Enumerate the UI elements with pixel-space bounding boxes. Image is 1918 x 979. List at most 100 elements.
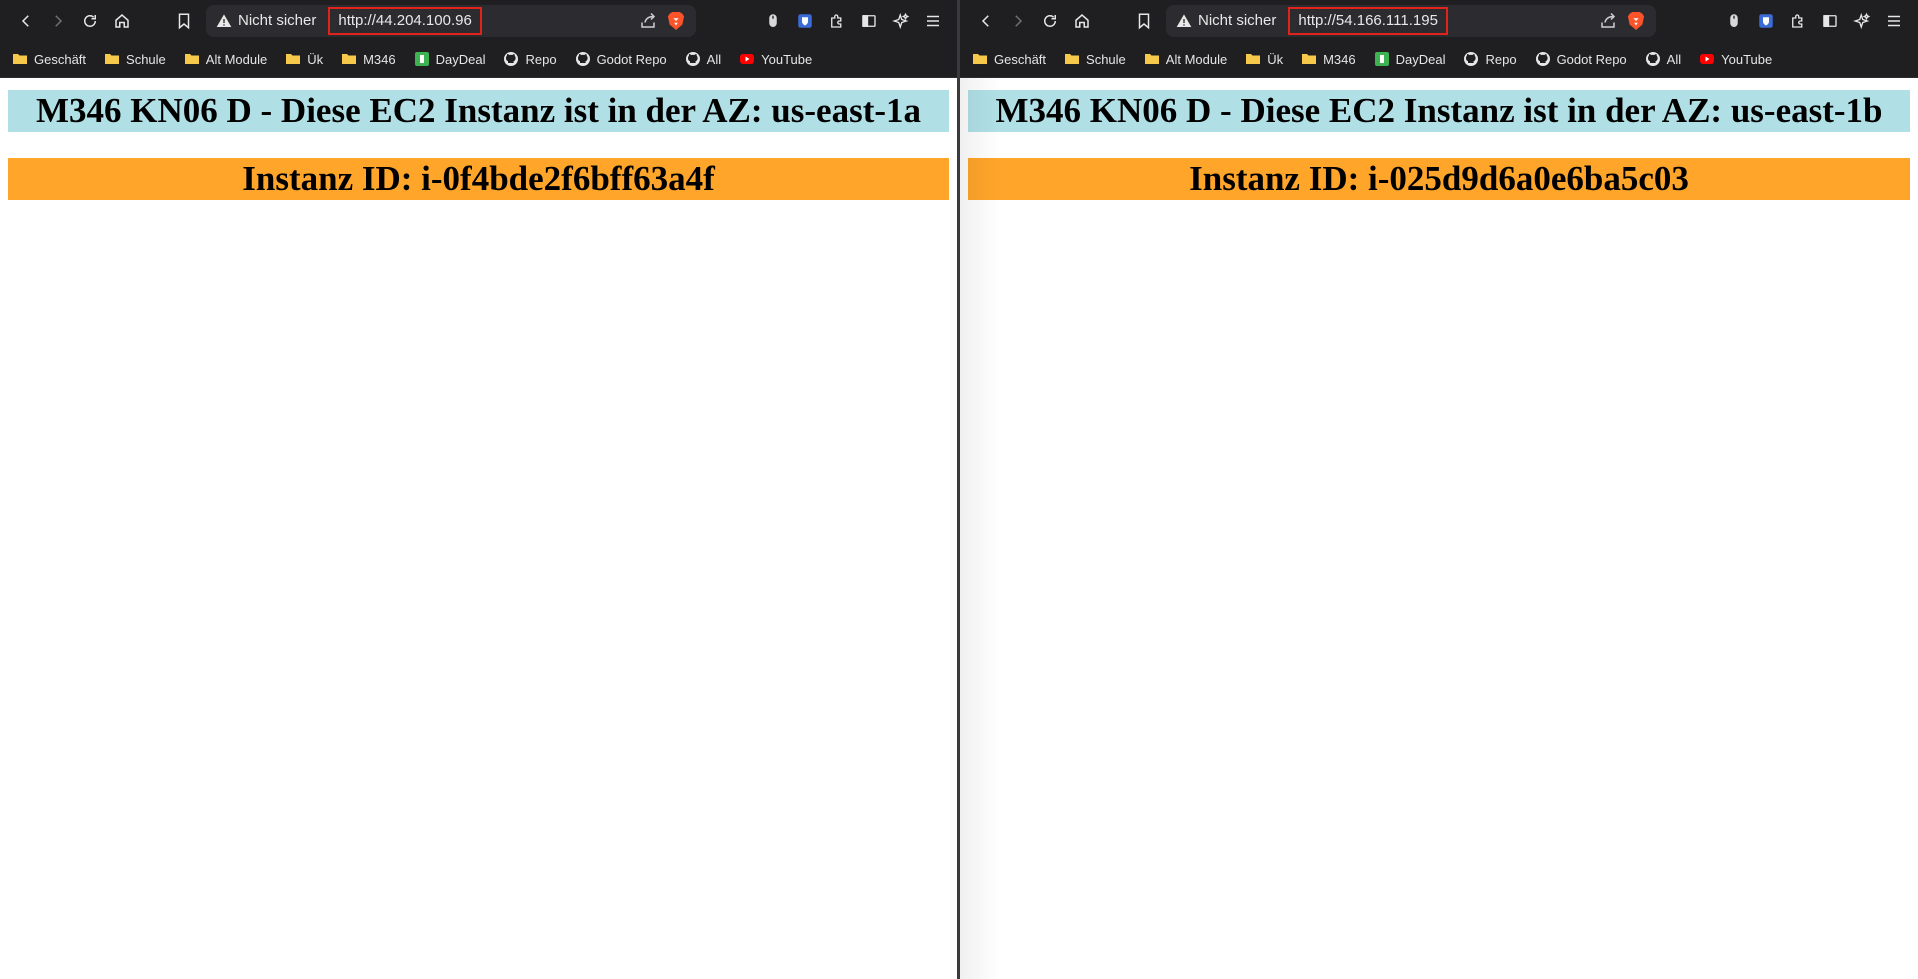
bookmark-icon [178, 13, 190, 29]
sidebar-icon [1823, 14, 1837, 27]
daydeal-icon [414, 52, 429, 66]
browser-window-left: Nicht sicher http://44.204.100.96 Geschä… [0, 0, 957, 979]
url-text-highlighted[interactable]: http://44.204.100.96 [328, 6, 482, 35]
security-indicator[interactable]: Nicht sicher [216, 12, 316, 29]
forward-button[interactable] [1002, 5, 1034, 37]
warning-icon [216, 13, 232, 27]
bookmark-daydeal[interactable]: DayDeal [414, 51, 485, 67]
sidebar-button[interactable] [853, 5, 885, 37]
bookmark-folder-m346[interactable]: M346 [1301, 51, 1356, 67]
brave-shields-button[interactable] [662, 7, 690, 35]
home-button[interactable] [106, 5, 138, 37]
bookmark-folder-alt-module[interactable]: Alt Module [1144, 51, 1227, 67]
forward-button[interactable] [42, 5, 74, 37]
home-icon [1075, 13, 1089, 28]
bookmark-godot-repo[interactable]: Godot Repo [575, 51, 667, 67]
bookmark-label: Repo [525, 51, 557, 67]
bookmark-all[interactable]: All [685, 51, 721, 67]
share-icon [1601, 12, 1616, 28]
home-icon [115, 13, 129, 28]
extensions-button[interactable] [821, 5, 853, 37]
youtube-icon [740, 54, 755, 64]
brave-shields-button[interactable] [1622, 7, 1650, 35]
bookmark-youtube[interactable]: YouTube [739, 51, 812, 67]
bookmark-label: All [1666, 51, 1682, 67]
bookmark-label: Alt Module [205, 51, 268, 67]
bookmark-label: M346 [1323, 51, 1356, 67]
leo-ai-button[interactable] [1846, 5, 1878, 37]
bookmark-folder-m346[interactable]: M346 [341, 51, 396, 67]
bookmark-folder-alt-module[interactable]: Alt Module [184, 51, 267, 67]
forward-icon [1015, 14, 1023, 27]
bookmark-label: YouTube [1721, 51, 1773, 67]
bookmark-folder-schule[interactable]: Schule [104, 51, 166, 67]
folder-icon [1246, 54, 1261, 64]
window-edge-shadow [960, 78, 1000, 979]
share-button[interactable] [634, 7, 662, 35]
bookmark-folder-geschaeft[interactable]: Geschäft [12, 51, 86, 67]
browser-window-right: Nicht sicher http://54.166.111.195 Gesch… [960, 0, 1918, 979]
bookmark-label: YouTube [761, 51, 813, 67]
home-button[interactable] [1066, 5, 1098, 37]
bookmark-label: Geschäft [34, 51, 87, 67]
bookmarks-bar: Geschäft Schule Alt Module Ük M346 DayDe… [960, 41, 1918, 78]
share-icon [641, 12, 656, 28]
sparkle-icon [892, 12, 910, 29]
extension-bitwarden-button[interactable] [1750, 5, 1782, 37]
daydeal-icon [1374, 52, 1389, 66]
reload-icon [84, 14, 96, 27]
menu-button[interactable] [1878, 5, 1910, 37]
extensions-button[interactable] [1782, 5, 1814, 37]
bookmark-folder-geschaeft[interactable]: Geschäft [972, 51, 1046, 67]
bookmarks-bar: Geschäft Schule Alt Module Ük M346 DayDe… [0, 41, 957, 78]
url-text-highlighted[interactable]: http://54.166.111.195 [1288, 6, 1448, 35]
address-bar[interactable]: Nicht sicher http://54.166.111.195 [1166, 4, 1656, 37]
folder-icon [973, 54, 987, 64]
warning-icon [1176, 13, 1192, 27]
bookmark-folder-uek[interactable]: Ük [285, 51, 323, 67]
security-indicator[interactable]: Nicht sicher [1176, 12, 1276, 29]
bookmark-godot-repo[interactable]: Godot Repo [1535, 51, 1627, 67]
extension-mouse-button[interactable] [1718, 5, 1750, 37]
folder-icon [13, 54, 27, 64]
bookmark-button[interactable] [168, 5, 200, 37]
bitwarden-icon [798, 13, 812, 28]
bookmark-folder-schule[interactable]: Schule [1064, 51, 1126, 67]
security-label: Nicht sicher [238, 12, 317, 29]
bookmark-all[interactable]: All [1645, 51, 1681, 67]
back-button[interactable] [970, 5, 1002, 37]
bookmark-label: Godot Repo [596, 51, 667, 67]
bookmark-label: M346 [363, 51, 396, 67]
github-icon [1464, 52, 1479, 66]
bookmark-label: Schule [126, 51, 166, 67]
youtube-icon [1700, 54, 1715, 64]
bookmark-button[interactable] [1128, 5, 1160, 37]
bookmark-folder-uek[interactable]: Ük [1245, 51, 1283, 67]
folder-icon [184, 54, 199, 64]
bookmark-repo[interactable]: Repo [503, 51, 557, 67]
bookmark-youtube[interactable]: YouTube [1699, 51, 1772, 67]
share-button[interactable] [1594, 7, 1622, 35]
hamburger-icon [1888, 15, 1900, 26]
bookmark-repo[interactable]: Repo [1463, 51, 1517, 67]
reload-button[interactable] [74, 5, 106, 37]
github-icon [1535, 52, 1550, 66]
brave-lion-icon [667, 11, 685, 30]
extension-bitwarden-button[interactable] [789, 5, 821, 37]
page-content: M346 KN06 D - Diese EC2 Instanz ist in d… [960, 78, 1918, 212]
reload-button[interactable] [1034, 5, 1066, 37]
leo-ai-button[interactable] [885, 5, 917, 37]
sidebar-button[interactable] [1814, 5, 1846, 37]
folder-icon [1065, 54, 1080, 64]
github-icon [575, 52, 590, 66]
sparkle-icon [1853, 12, 1871, 29]
instance-id-heading: Instanz ID: i-025d9d6a0e6ba5c03 [968, 158, 1910, 200]
extension-mouse-button[interactable] [757, 5, 789, 37]
instance-id-heading: Instanz ID: i-0f4bde2f6bff63a4f [8, 158, 949, 200]
menu-button[interactable] [917, 5, 949, 37]
bookmark-daydeal[interactable]: DayDeal [1374, 51, 1445, 67]
back-button[interactable] [10, 5, 42, 37]
address-bar[interactable]: Nicht sicher http://44.204.100.96 [206, 4, 696, 37]
bookmark-icon [1138, 13, 1150, 29]
github-icon [504, 52, 519, 66]
